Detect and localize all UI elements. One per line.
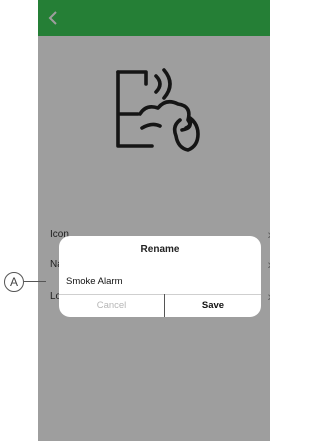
modal-overlay: [38, 0, 270, 441]
name-input[interactable]: [66, 273, 252, 289]
dialog-title: Rename: [140, 244, 180, 255]
cancel-button[interactable]: Cancel: [59, 295, 164, 317]
callout-marker: A: [4, 272, 24, 292]
rename-dialog: Rename Cancel Save: [59, 236, 261, 317]
app-screen: Icon › Name › Location › Rename Cancel S…: [38, 0, 270, 441]
save-button[interactable]: Save: [165, 295, 261, 317]
callout-leader-line: [24, 281, 46, 282]
